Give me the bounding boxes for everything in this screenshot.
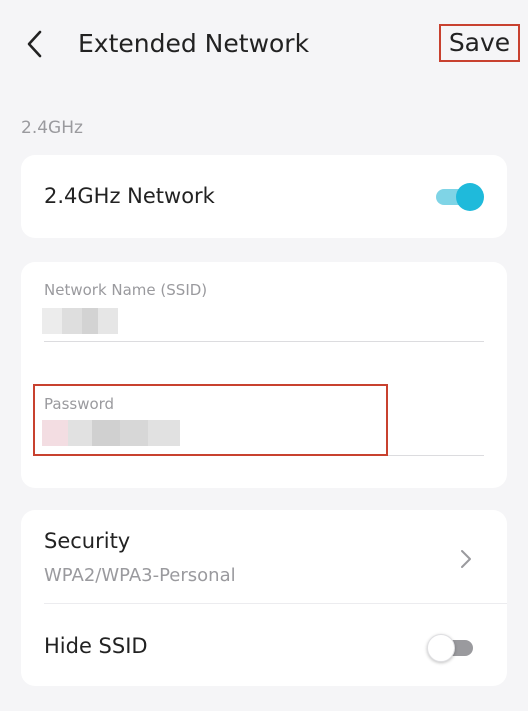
toggle-knob (456, 183, 484, 211)
security-value: WPA2/WPA3-Personal (44, 565, 236, 586)
save-button[interactable]: Save (439, 24, 520, 62)
masked-block (42, 308, 62, 334)
chevron-left-icon (27, 30, 42, 58)
security-row[interactable]: Security WPA2/WPA3-Personal (21, 510, 507, 603)
masked-block (98, 308, 118, 334)
password-highlight-box (33, 384, 388, 456)
settings-card: Security WPA2/WPA3-Personal Hide SSID (21, 510, 507, 686)
back-button[interactable] (20, 26, 52, 62)
ssid-label: Network Name (SSID) (44, 281, 208, 299)
network-toggle-label: 2.4GHz Network (44, 184, 215, 208)
row-divider (44, 603, 507, 604)
toggle-knob (427, 634, 455, 662)
ssid-underline (44, 341, 484, 342)
network-toggle-switch[interactable] (436, 183, 484, 211)
hide-ssid-toggle[interactable] (427, 634, 473, 662)
header: Extended Network Save (0, 0, 528, 86)
hide-ssid-label: Hide SSID (44, 634, 148, 658)
security-label: Security (44, 529, 131, 553)
chevron-right-icon (459, 548, 473, 570)
ssid-input[interactable] (42, 308, 118, 334)
section-label-band: 2.4GHz (21, 118, 83, 138)
masked-block (62, 308, 82, 334)
network-toggle-card: 2.4GHz Network (21, 155, 507, 238)
page-title: Extended Network (78, 29, 310, 58)
masked-block (82, 308, 98, 334)
